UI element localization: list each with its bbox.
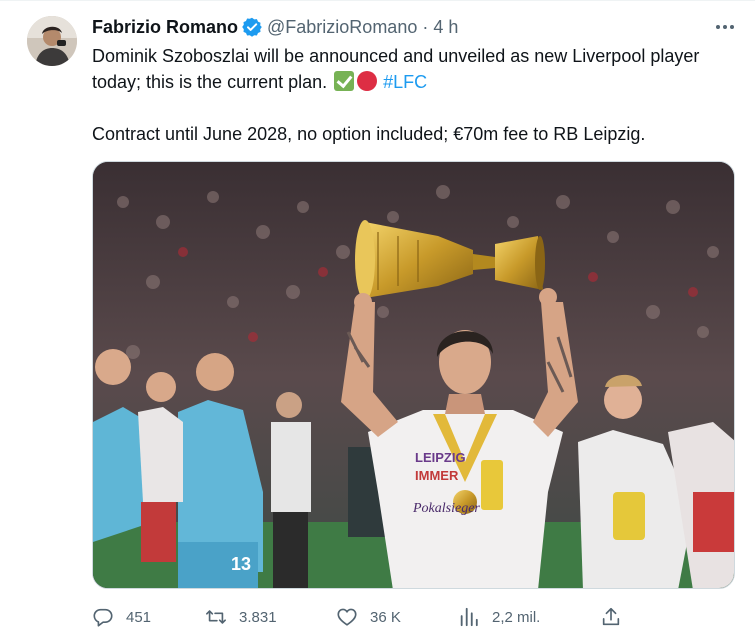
share-icon — [602, 607, 620, 626]
views-icon — [460, 607, 478, 627]
shirt-text-3: Pokalsieger — [412, 501, 480, 516]
more-icon[interactable] — [713, 17, 737, 37]
author-handle[interactable]: @FabrizioRomano — [267, 17, 417, 38]
hashtag-link[interactable]: #LFC — [383, 72, 427, 92]
retweet-icon — [206, 610, 226, 624]
tweet-paragraph-2: Contract until June 2028, no option incl… — [92, 124, 646, 144]
shirt-text-2: IMMER — [415, 468, 459, 483]
share-button[interactable] — [600, 606, 634, 628]
tweet-actions: 451 3.831 36 K 2,2 mil. — [92, 601, 632, 633]
player-number: 13 — [231, 554, 251, 574]
author-name[interactable]: Fabrizio Romano — [92, 17, 238, 38]
tweet-paragraph-1: Dominik Szoboszlai will be announced and… — [92, 43, 737, 95]
verified-badge-icon — [242, 17, 262, 37]
check-emoji — [334, 71, 355, 91]
views-button[interactable]: 2,2 mil. — [458, 606, 540, 628]
avatar[interactable] — [27, 16, 77, 66]
reply-icon — [93, 608, 113, 627]
like-icon — [337, 608, 357, 626]
views-count: 2,2 mil. — [492, 608, 541, 626]
reply-count: 451 — [126, 608, 152, 626]
tweet-header: Fabrizio Romano @FabrizioRomano · 4 h — [92, 13, 737, 41]
tweet-text: Dominik Szoboszlai will be announced and… — [92, 43, 737, 147]
timestamp[interactable]: 4 h — [433, 17, 458, 38]
reply-button[interactable]: 451 — [92, 606, 151, 628]
tweet[interactable]: Fabrizio Romano @FabrizioRomano · 4 h Do… — [0, 0, 755, 640]
separator-dot: · — [422, 16, 429, 37]
red-circle-emoji — [357, 71, 378, 91]
like-button[interactable]: 36 K — [336, 606, 401, 628]
tweet-photo[interactable]: LEIPZIG IMMER Pokalsieger 13 — [92, 161, 735, 589]
retweet-count: 3.831 — [239, 608, 277, 626]
retweet-button[interactable]: 3.831 — [205, 606, 277, 628]
like-count: 36 K — [370, 608, 401, 626]
shirt-text-1: LEIPZIG — [415, 450, 466, 465]
